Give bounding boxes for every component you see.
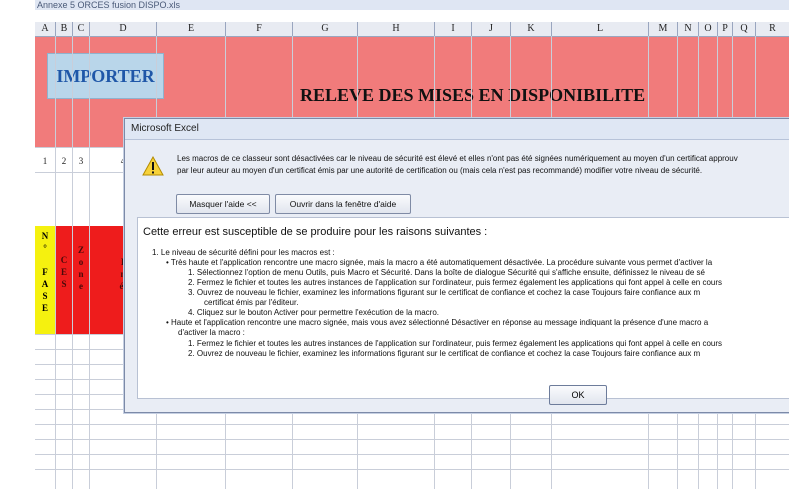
zone-char: n — [78, 269, 84, 279]
column-header-d[interactable]: D — [90, 22, 157, 36]
help-panel[interactable]: Cette erreur est susceptible de se produ… — [137, 217, 789, 399]
column-header-n[interactable]: N — [678, 22, 699, 36]
macro-warning-dialog: Microsoft Excel Les macros de ce classeu… — [124, 118, 789, 413]
column-header-k[interactable]: K — [511, 22, 552, 36]
dialog-message-line: par leur auteur au moyen d'un certificat… — [177, 166, 703, 175]
column-header-p[interactable]: P — [718, 22, 733, 36]
sheet-title: RELEVE DES MISES EN DISPONIBILITE — [300, 85, 646, 105]
ok-button[interactable]: OK — [549, 385, 607, 405]
help-line: 2. Fermez le fichier et toutes les autre… — [188, 278, 723, 287]
ces-char: E — [60, 267, 67, 277]
window-left-frame — [0, 0, 35, 489]
help-line: 1. Le niveau de sécurité défini pour les… — [152, 248, 335, 257]
column-number: 1 — [42, 156, 48, 166]
column-header-f[interactable]: F — [226, 22, 293, 36]
column-header-m[interactable]: M — [649, 22, 678, 36]
column-header-b[interactable]: B — [56, 22, 73, 36]
phase-char: ° — [43, 243, 47, 253]
column-number: 2 — [61, 156, 67, 166]
dialog-message: Les macros de ce classeur sont désactivé… — [177, 153, 787, 177]
help-line: • Haute et l'application rencontre une m… — [166, 318, 709, 327]
phase-gap — [35, 254, 55, 266]
phase-char: F — [42, 267, 48, 277]
grid-line — [35, 439, 789, 440]
column-header-j[interactable]: J — [472, 22, 511, 36]
help-line: • Très haute et l'application rencontre … — [166, 258, 713, 267]
help-line: 2. Ouvrez de nouveau le fichier, examine… — [188, 349, 701, 358]
window-title: Annexe 5 ORCES fusion DISPO.xls — [35, 0, 789, 10]
column-header-a[interactable]: A — [35, 22, 56, 36]
grid-line — [35, 454, 789, 455]
phase-char: S — [42, 291, 48, 301]
column-header-q[interactable]: Q — [733, 22, 756, 36]
column-header-l[interactable]: L — [552, 22, 649, 36]
column-header-e[interactable]: E — [157, 22, 226, 36]
help-line: 3. Ouvrez de nouveau le fichier, examine… — [188, 288, 701, 297]
column-header-h[interactable]: H — [358, 22, 435, 36]
help-line: 4. Cliquez sur le bouton Activer pour pe… — [188, 308, 439, 317]
help-heading: Cette erreur est susceptible de se produ… — [143, 226, 488, 238]
import-button[interactable]: IMPORTER — [47, 53, 164, 99]
ces-char: C — [60, 255, 68, 265]
zone-header-cell: Z o n e — [73, 226, 89, 334]
column-header-r[interactable]: R — [756, 22, 789, 36]
phase-char: A — [41, 279, 49, 289]
column-number: 3 — [78, 156, 84, 166]
column-header-c[interactable]: C — [73, 22, 90, 36]
column-header-i[interactable]: I — [435, 22, 472, 36]
warning-icon — [142, 156, 164, 176]
dialog-message-line: Les macros de ce classeur sont désactivé… — [177, 154, 738, 163]
help-line: certificat émis par l'éditeur. — [204, 298, 299, 307]
zone-char: e — [79, 281, 83, 291]
dialog-title[interactable]: Microsoft Excel — [125, 119, 789, 140]
ces-char: S — [61, 279, 67, 289]
hide-help-button[interactable]: Masquer l'aide << — [176, 194, 270, 214]
ces-header-cell: C E S — [56, 226, 72, 334]
grid-line — [35, 469, 789, 470]
grid-line — [35, 424, 789, 425]
column-header-g[interactable]: G — [293, 22, 358, 36]
column-header-o[interactable]: O — [699, 22, 718, 36]
phase-char: E — [41, 303, 48, 313]
help-line: d'activer la macro : — [178, 328, 245, 337]
open-help-window-button[interactable]: Ouvrir dans la fenêtre d'aide — [275, 194, 411, 214]
zone-char: o — [78, 257, 84, 267]
help-line: 1. Sélectionnez l'option de menu Outils,… — [188, 268, 705, 277]
phase-header-cell: N ° F A S E — [35, 226, 55, 334]
phase-char: N — [41, 231, 49, 241]
help-line: 1. Fermez le fichier et toutes les autre… — [188, 339, 723, 348]
column-headers: A B C D E F G H I J K L M N O P Q R — [35, 22, 789, 37]
zone-char: Z — [77, 245, 84, 255]
